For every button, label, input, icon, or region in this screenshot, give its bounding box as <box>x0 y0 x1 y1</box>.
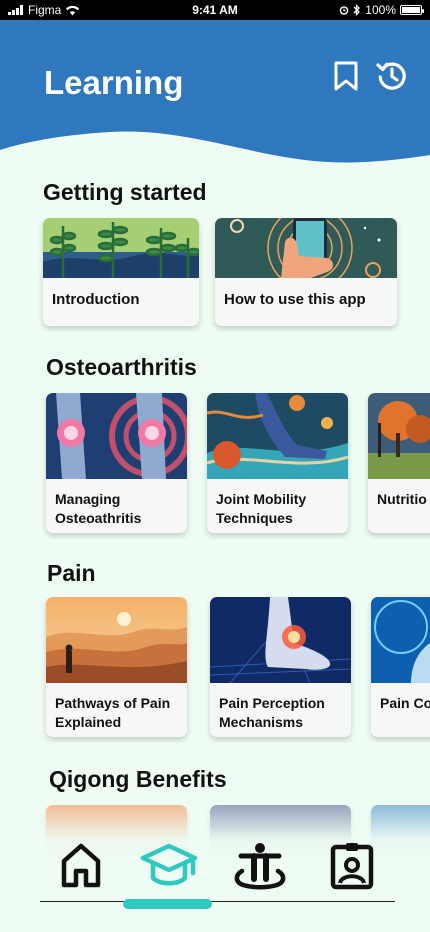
bottom-nav <box>40 840 395 902</box>
card-pathways-of-pain[interactable]: Pathways of Pain Explained <box>46 597 187 737</box>
card-managing-osteoarthritis[interactable]: Managing Osteoathritis <box>46 393 187 533</box>
card-image <box>368 393 430 479</box>
card-label: How to use this app <box>224 291 366 308</box>
section-title-osteoarthritis: Osteoarthritis <box>46 354 197 380</box>
graduation-cap-icon[interactable] <box>140 840 198 890</box>
card-label: Joint Mobility Techniques <box>216 491 307 526</box>
card-joint-mobility[interactable]: Joint Mobility Techniques <box>207 393 348 533</box>
page-title: Learning <box>44 64 184 101</box>
card-pain-coping[interactable]: Pain Co Technic <box>371 597 430 737</box>
row-pain: Pathways of Pain Explained Pain Percepti… <box>0 597 430 743</box>
section-title-getting-started: Getting started <box>43 179 207 205</box>
row-getting-started: Introduction How to use this app <box>0 218 430 332</box>
profile-badge-icon[interactable] <box>328 840 376 890</box>
card-image <box>46 393 187 479</box>
bookmark-icon[interactable] <box>330 60 362 92</box>
card-how-to-use[interactable]: How to use this app <box>215 218 397 326</box>
status-bar: Figma 9:41 AM 100% <box>0 0 430 20</box>
card-image <box>371 597 430 683</box>
bluetooth-icon <box>353 4 361 16</box>
header: Learning <box>0 20 430 170</box>
row-osteoarthritis: Managing Osteoathritis Joint Mobility Te… <box>0 393 430 539</box>
active-tab-indicator <box>123 899 212 909</box>
card-image <box>46 597 187 683</box>
card-image <box>215 218 397 278</box>
section-title-pain: Pain <box>47 560 96 586</box>
exercise-icon[interactable] <box>233 840 287 890</box>
card-introduction[interactable]: Introduction <box>43 218 199 326</box>
card-label: Managing Osteoathritis <box>55 491 142 526</box>
card-label: Introduction <box>52 291 140 308</box>
wifi-icon <box>66 5 80 15</box>
carrier-label: Figma <box>28 3 62 17</box>
history-icon[interactable] <box>376 60 408 92</box>
section-title-qigong: Qigong Benefits <box>49 766 227 792</box>
card-image <box>207 393 348 479</box>
card-nutrition[interactable]: Nutritio <box>368 393 430 533</box>
signal-icon <box>8 5 23 15</box>
battery-icon <box>400 5 424 15</box>
alarm-icon <box>339 6 349 15</box>
card-image <box>43 218 199 278</box>
battery-label: 100% <box>365 3 396 17</box>
home-icon[interactable] <box>57 840 105 890</box>
card-image <box>210 597 351 683</box>
card-label: Pain Perception Mechanisms <box>219 695 325 730</box>
card-label: Pathways of Pain Explained <box>55 695 171 730</box>
card-label: Pain Co Technic <box>380 695 430 711</box>
card-label: Nutritio <box>377 491 427 507</box>
card-pain-perception[interactable]: Pain Perception Mechanisms <box>210 597 351 737</box>
